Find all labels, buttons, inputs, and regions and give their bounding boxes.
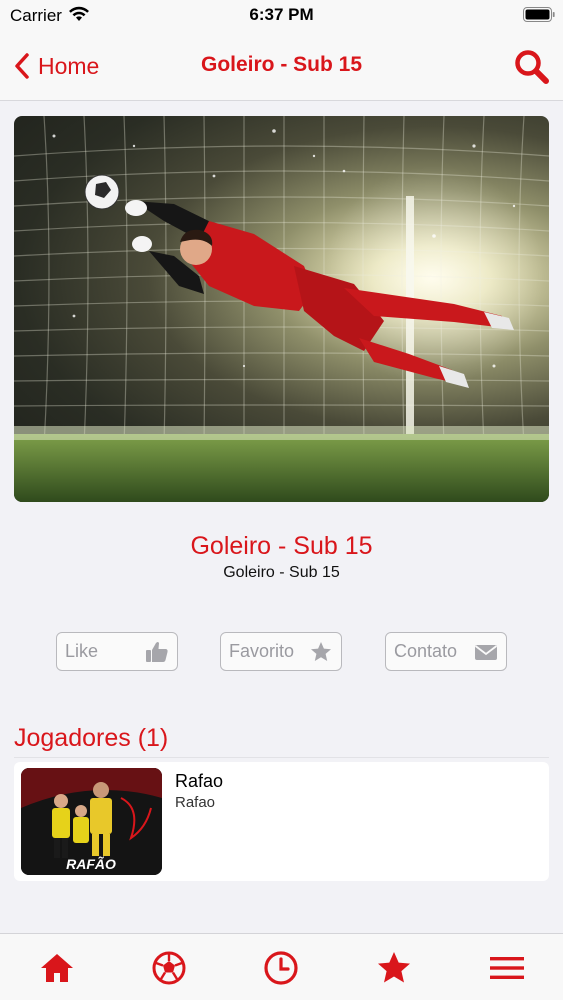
favorite-button[interactable]: Favorito (220, 632, 342, 671)
thumbs-up-icon (146, 641, 168, 662)
star-icon (311, 641, 331, 661)
favorite-label: Favorito (229, 641, 295, 661)
clock-icon (264, 951, 298, 985)
tab-home[interactable] (39, 950, 75, 986)
status-bar: Carrier 6:37 PM (0, 0, 563, 34)
tab-soccer[interactable] (151, 950, 187, 986)
like-label: Like (65, 641, 99, 661)
soccer-ball-icon (152, 951, 186, 985)
goalkeeper-photo (14, 116, 549, 502)
contact-button[interactable]: Contato (385, 632, 507, 671)
clock-time: 6:37 PM (249, 5, 314, 24)
player-thumbnail: RAFÃO (21, 768, 162, 875)
home-icon (41, 954, 73, 982)
team-subtitle: Goleiro - Sub 15 (223, 564, 340, 581)
player-name: Rafao (175, 771, 224, 791)
navigation-bar: Home Goleiro - Sub 15 (0, 34, 563, 101)
battery-icon (523, 7, 555, 22)
contact-label: Contato (394, 641, 458, 661)
player-subtitle: Rafao (175, 794, 216, 811)
tab-menu[interactable] (489, 950, 525, 986)
like-button[interactable]: Like (56, 632, 178, 671)
page-title: Goleiro - Sub 15 (200, 53, 363, 76)
player-list-item[interactable]: RAFÃO Rafao Rafao (14, 762, 549, 881)
envelope-icon (474, 644, 498, 660)
players-section-title: Jogadores (1) (14, 724, 169, 752)
team-title: Goleiro - Sub 15 (190, 532, 373, 560)
menu-icon (490, 957, 524, 979)
tab-favorites[interactable] (376, 950, 412, 986)
tab-bar (0, 933, 563, 1000)
thumbnail-caption: RAFÃO (66, 855, 116, 872)
tab-history[interactable] (263, 950, 299, 986)
player-photo: RAFÃO (21, 768, 162, 875)
search-icon[interactable] (513, 48, 551, 86)
star-icon (378, 952, 410, 983)
section-divider (14, 757, 549, 758)
hero-image (14, 116, 549, 502)
